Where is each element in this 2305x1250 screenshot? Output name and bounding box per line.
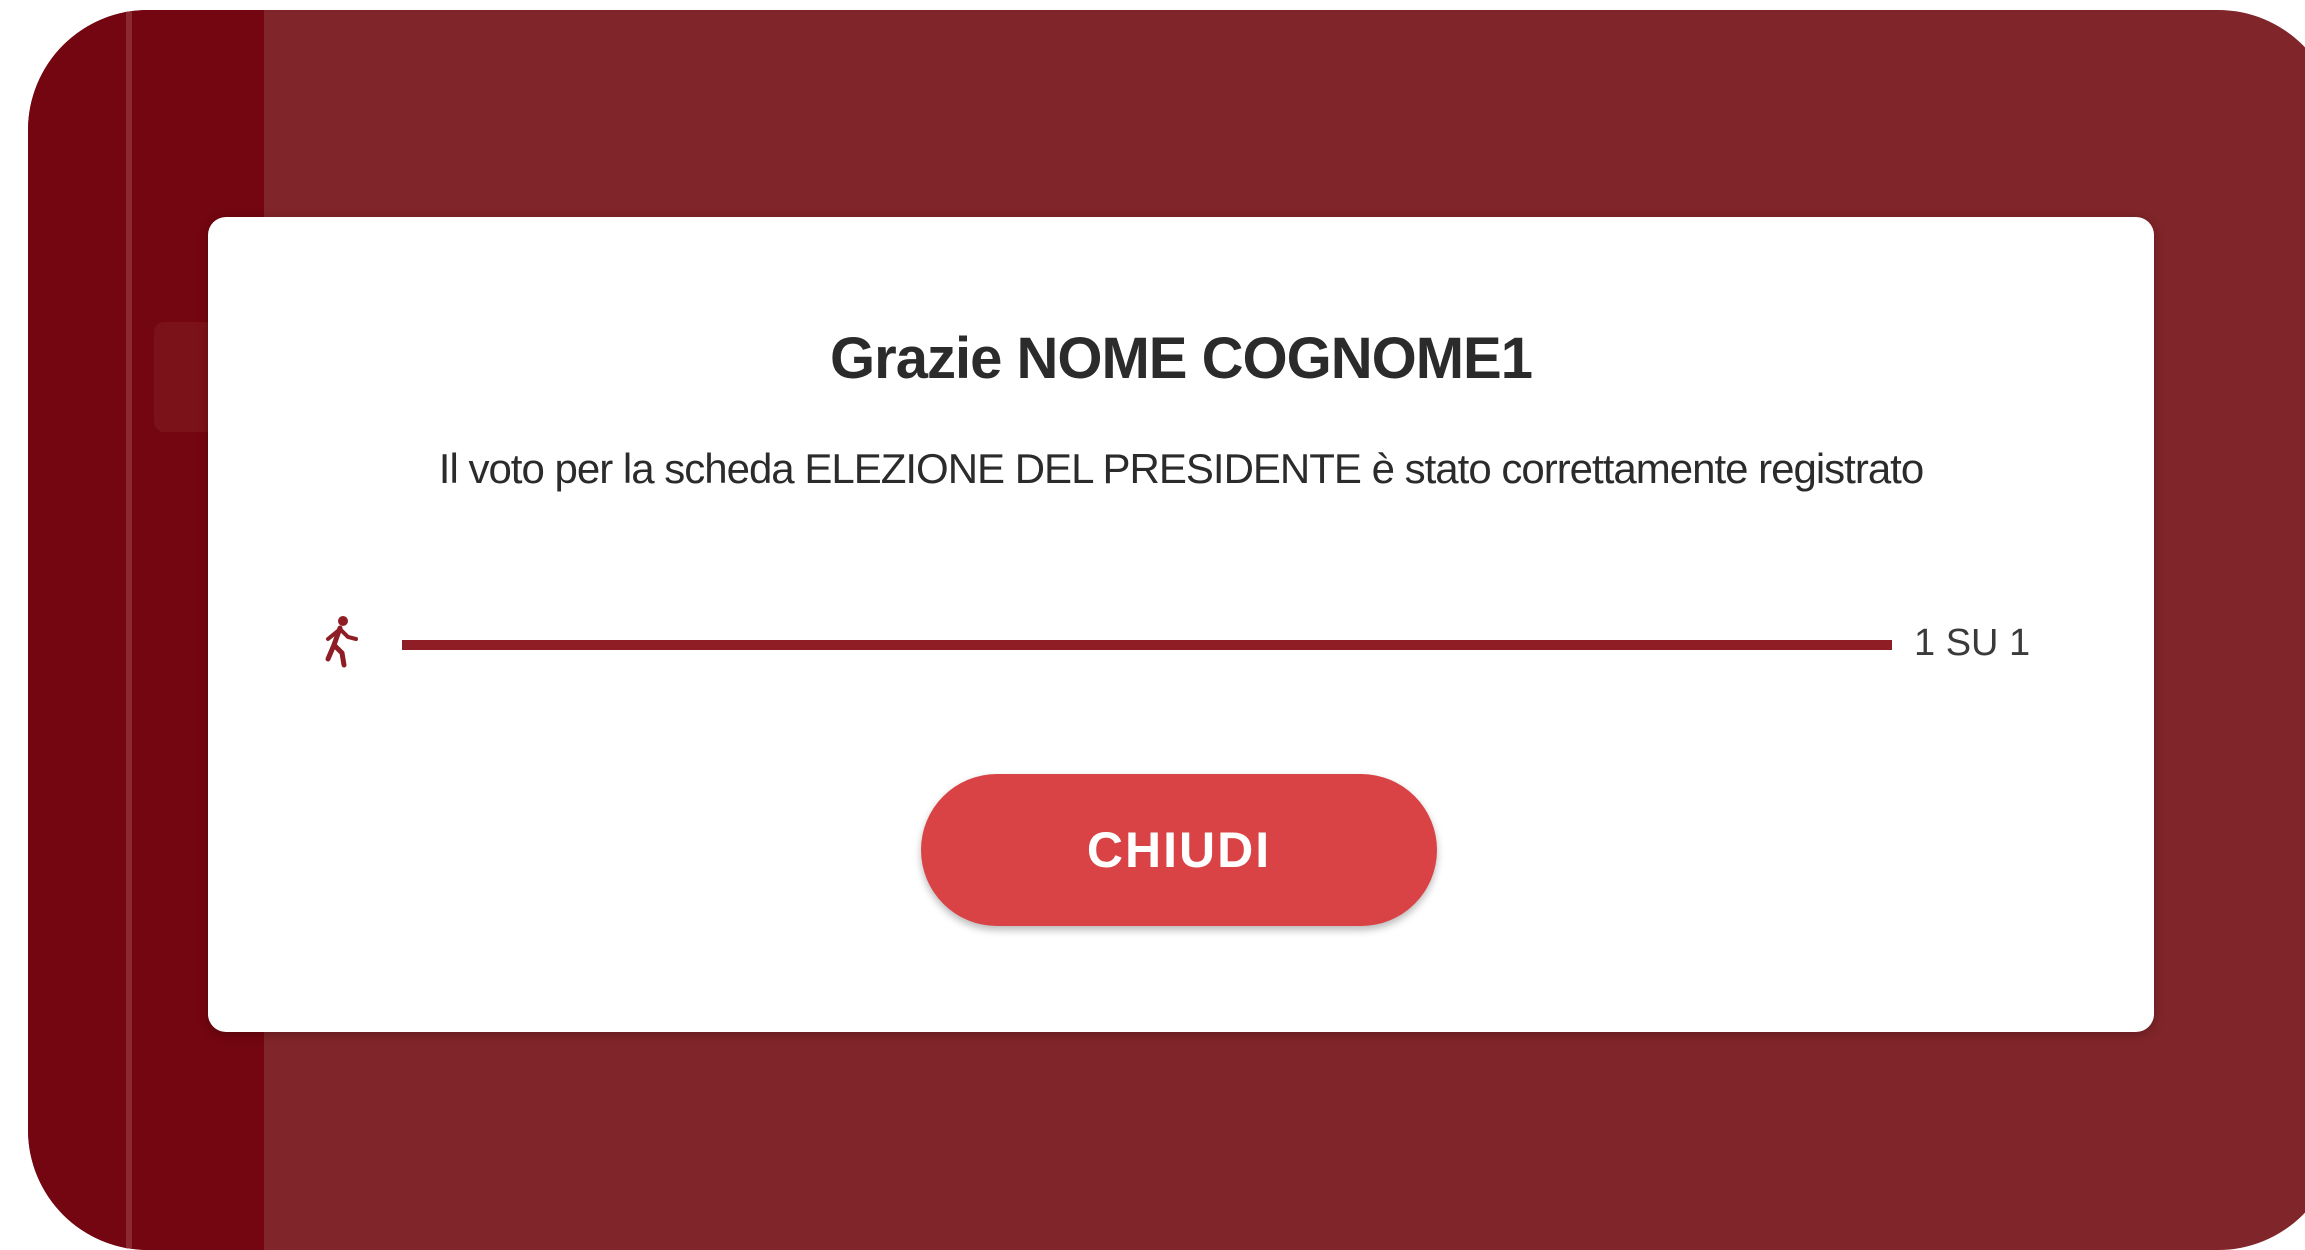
- ballot-progress: 1 SU 1: [318, 615, 2098, 675]
- progress-label: 1 SU 1: [1914, 622, 2031, 664]
- progress-bar-fill: [402, 640, 1892, 650]
- sidebar-item: [154, 322, 214, 432]
- confirmation-dialog: Grazie NOME COGNOME1 Il voto per la sche…: [208, 217, 2154, 1032]
- app-window: Grazie NOME COGNOME1 Il voto per la sche…: [28, 10, 2305, 1250]
- walking-person-icon: [325, 616, 358, 668]
- sidebar-divider: [126, 10, 132, 1250]
- dialog-title: Grazie NOME COGNOME1: [830, 326, 1533, 391]
- progress-bar: [402, 640, 1892, 650]
- dialog-message: Il voto per la scheda ELEZIONE DEL PRESI…: [438, 445, 1924, 492]
- close-button[interactable]: CHIUDI: [921, 774, 1437, 926]
